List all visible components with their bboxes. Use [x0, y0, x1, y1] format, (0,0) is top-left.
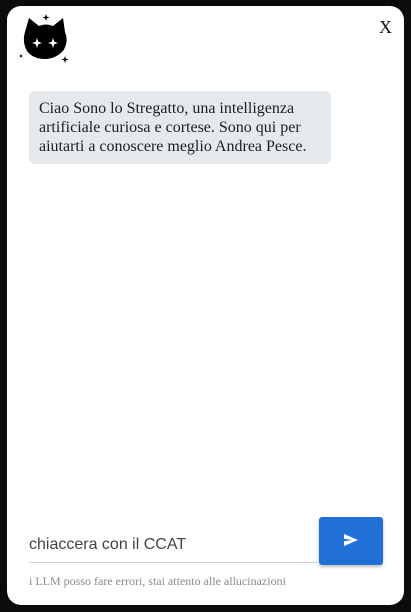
send-icon — [344, 533, 358, 549]
chat-widget: X Ciao Sono lo Stregatto, una intelligen… — [7, 6, 404, 605]
disclaimer-text: i LLM posso fare errori, stai attento al… — [29, 574, 286, 588]
app-frame: X Ciao Sono lo Stregatto, una intelligen… — [0, 0, 411, 612]
message-list: Ciao Sono lo Stregatto, una intelligenza… — [29, 91, 381, 164]
chat-input[interactable] — [29, 527, 317, 563]
bot-message-bubble: Ciao Sono lo Stregatto, una intelligenza… — [29, 91, 331, 164]
close-button[interactable]: X — [379, 18, 392, 36]
cheshire-cat-icon — [19, 12, 73, 66]
send-button[interactable] — [319, 517, 383, 565]
composer — [29, 517, 383, 567]
